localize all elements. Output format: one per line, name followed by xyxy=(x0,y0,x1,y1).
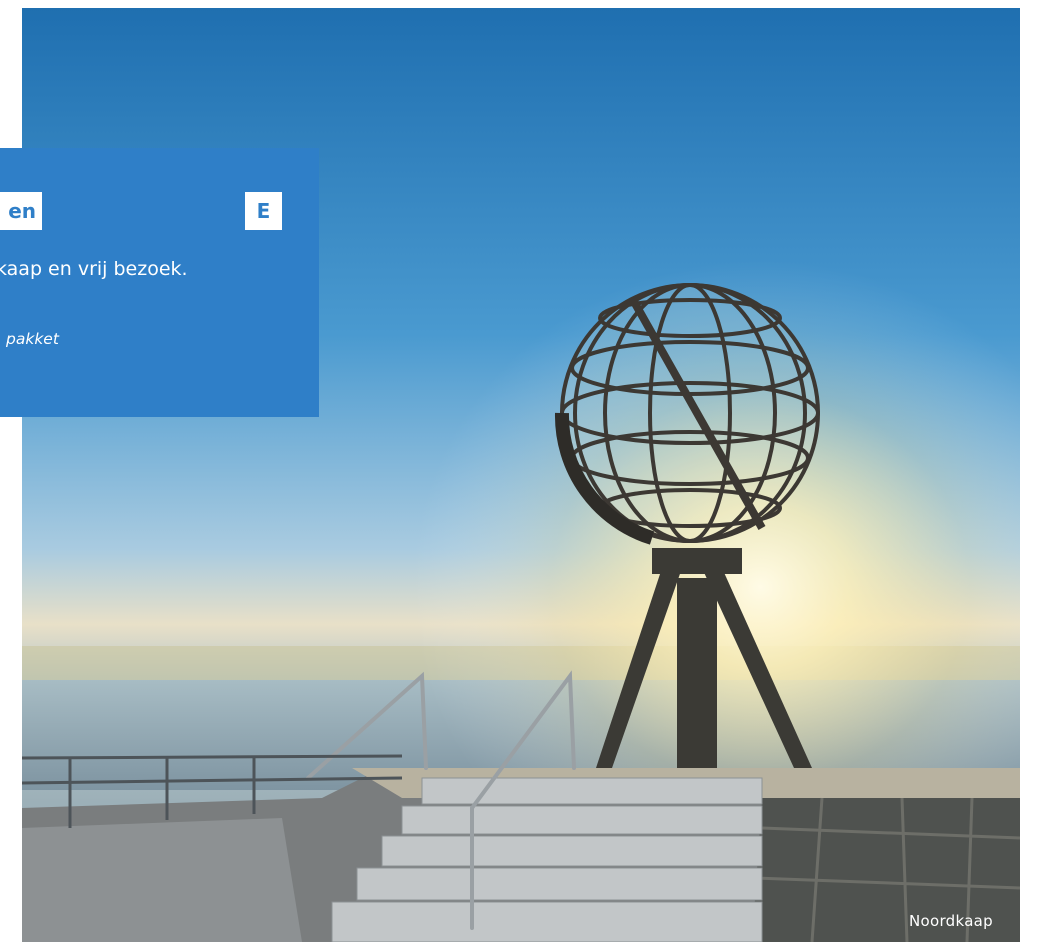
card-subtext: pakket xyxy=(6,330,59,348)
photo-caption: Noordkaap xyxy=(908,912,993,930)
category-tag: en xyxy=(0,192,42,230)
card-description: kaap en vrij bezoek. xyxy=(0,258,188,280)
letter-tag: E xyxy=(245,192,282,230)
info-card: en E kaap en vrij bezoek. pakket xyxy=(0,148,319,417)
